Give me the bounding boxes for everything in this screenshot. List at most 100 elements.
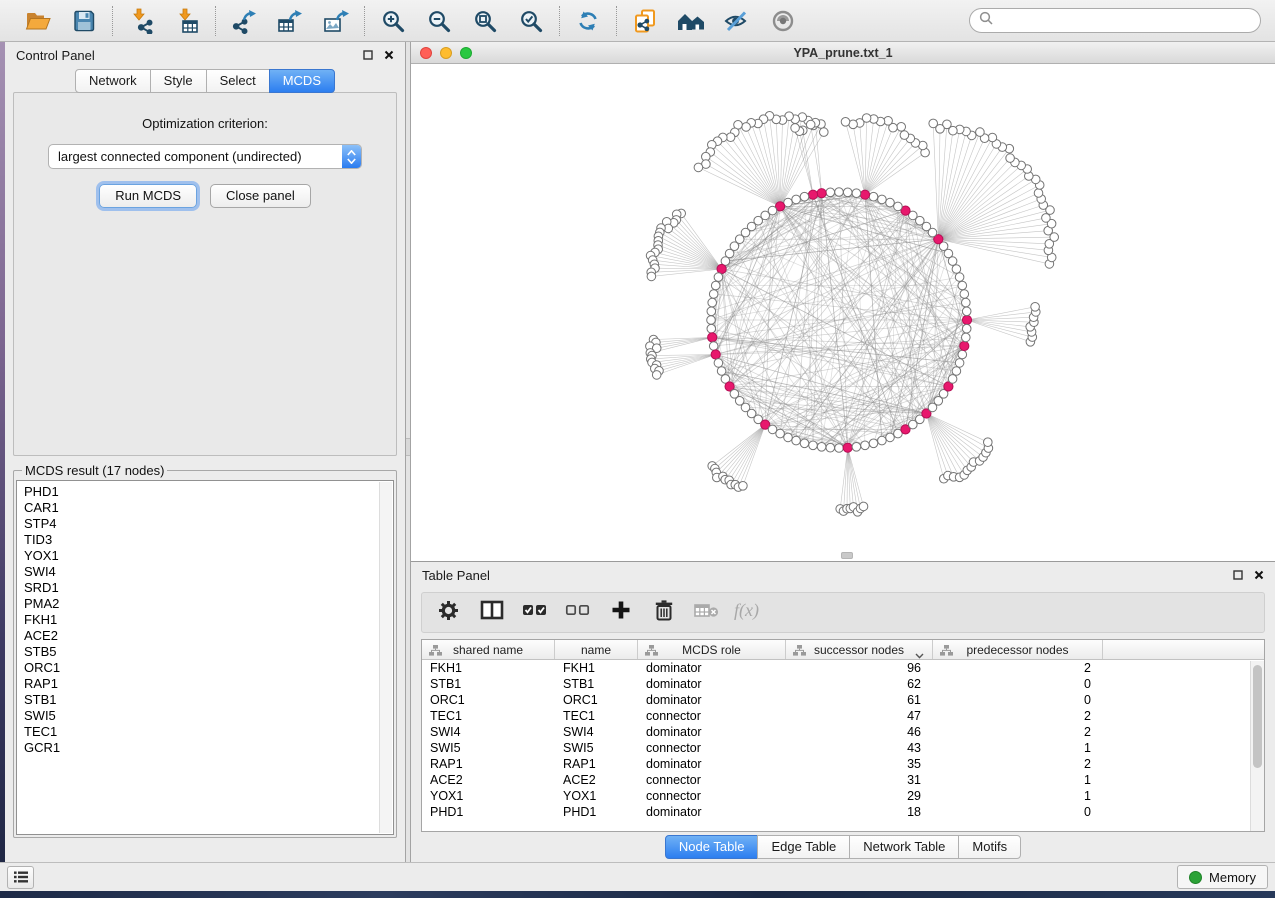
mcds-node-item[interactable]: FKH1 [24, 612, 393, 628]
column-header-MCDS-role[interactable]: MCDS role [638, 640, 786, 659]
run-mcds-button[interactable]: Run MCDS [99, 184, 197, 208]
mcds-node-item[interactable]: STP4 [24, 516, 393, 532]
sort-desc-icon[interactable] [915, 648, 924, 662]
mcds-node-item[interactable]: RAP1 [24, 676, 393, 692]
float-table-panel-icon[interactable] [1233, 568, 1243, 583]
table-panel: Table Panel f(x) shared namenameMCDS rol… [411, 562, 1275, 862]
table-panel-title: Table Panel [422, 568, 490, 583]
tab-network[interactable]: Network [75, 69, 151, 93]
table-row[interactable]: YOX1YOX1connector291 [422, 788, 1264, 804]
zoom-out-icon [427, 9, 451, 33]
table-scrollbar[interactable] [1250, 661, 1264, 831]
show-all-icon [770, 9, 796, 33]
select-all-button[interactable] [521, 600, 549, 626]
tab-network-table[interactable]: Network Table [849, 835, 959, 859]
split-divider-grip[interactable] [406, 438, 410, 456]
column-header-name[interactable]: name [555, 640, 638, 659]
add-column-button[interactable] [607, 600, 635, 626]
table-row[interactable]: STB1STB1dominator620 [422, 676, 1264, 692]
search-box[interactable] [969, 8, 1261, 33]
mcds-node-item[interactable]: PMA2 [24, 596, 393, 612]
mcds-node-item[interactable]: ORC1 [24, 660, 393, 676]
criterion-dropdown-value: largest connected component (undirected) [58, 149, 302, 164]
column-header-shared-name[interactable]: shared name [422, 640, 555, 659]
column-header-successor-nodes[interactable]: successor nodes [786, 640, 933, 659]
mcds-node-item[interactable]: STB5 [24, 644, 393, 660]
maximize-window-button[interactable] [460, 47, 472, 59]
zoom-selected-button[interactable] [516, 6, 546, 36]
close-panel-icon[interactable] [384, 48, 394, 63]
tab-select[interactable]: Select [206, 69, 270, 93]
mcds-node-item[interactable]: YOX1 [24, 548, 393, 564]
export-table-icon [277, 8, 303, 34]
table-scrollbar-thumb[interactable] [1253, 665, 1262, 768]
minimize-window-button[interactable] [440, 47, 452, 59]
tab-motifs[interactable]: Motifs [958, 835, 1021, 859]
delete-column-button[interactable] [650, 600, 678, 626]
close-panel-button[interactable]: Close panel [210, 184, 311, 208]
memory-button[interactable]: Memory [1177, 865, 1268, 889]
mcds-result-list[interactable]: PHD1CAR1STP4TID3YOX1SWI4SRD1PMA2FKH1ACE2… [16, 480, 394, 835]
mcds-node-item[interactable]: SRD1 [24, 580, 393, 596]
export-table-button[interactable] [275, 6, 305, 36]
table-row[interactable]: ACE2ACE2connector311 [422, 772, 1264, 788]
network-graph[interactable] [411, 64, 1275, 561]
import-network-button[interactable] [126, 6, 156, 36]
mcds-list-scrollbar[interactable] [379, 482, 392, 833]
zoom-fit-button[interactable] [470, 6, 500, 36]
network-canvas[interactable] [411, 64, 1275, 561]
open-session-icon [25, 9, 51, 33]
mcds-node-item[interactable]: CAR1 [24, 500, 393, 516]
first-neighbors-button[interactable] [676, 6, 706, 36]
tab-edge-table[interactable]: Edge Table [757, 835, 850, 859]
task-history-button[interactable] [7, 866, 34, 889]
close-table-panel-icon[interactable] [1254, 568, 1264, 583]
tab-style[interactable]: Style [150, 69, 207, 93]
table-row[interactable]: FKH1FKH1dominator962 [422, 660, 1264, 676]
deselect-all-button[interactable] [564, 600, 592, 626]
mcds-node-item[interactable]: GCR1 [24, 740, 393, 756]
mcds-node-item[interactable]: ACE2 [24, 628, 393, 644]
mcds-node-item[interactable]: STB1 [24, 692, 393, 708]
table-toolbar: f(x) [421, 592, 1265, 633]
open-session-button[interactable] [23, 6, 53, 36]
tab-node-table[interactable]: Node Table [665, 835, 759, 859]
zoom-out-button[interactable] [424, 6, 454, 36]
tab-mcds[interactable]: MCDS [269, 69, 335, 93]
table-row[interactable]: SWI5SWI5connector431 [422, 740, 1264, 756]
import-table-button[interactable] [172, 6, 202, 36]
table-row[interactable]: ORC1ORC1dominator610 [422, 692, 1264, 708]
table-row[interactable]: TEC1TEC1connector472 [422, 708, 1264, 724]
split-view-icon [480, 599, 504, 626]
clone-network-button[interactable] [630, 6, 660, 36]
close-window-button[interactable] [420, 47, 432, 59]
mcds-node-item[interactable]: TID3 [24, 532, 393, 548]
export-network-button[interactable] [229, 6, 259, 36]
show-all-button[interactable] [768, 6, 798, 36]
search-input[interactable] [999, 12, 1251, 29]
float-panel-icon[interactable] [363, 48, 373, 63]
add-column-icon [610, 599, 632, 626]
table-row[interactable]: SWI4SWI4dominator462 [422, 724, 1264, 740]
table-row[interactable]: RAP1RAP1dominator352 [422, 756, 1264, 772]
network-hscroll-thumb[interactable] [841, 552, 853, 559]
hide-selected-icon [724, 9, 750, 33]
criterion-dropdown[interactable]: largest connected component (undirected) [48, 144, 362, 169]
save-session-button[interactable] [69, 6, 99, 36]
settings-button[interactable] [435, 600, 463, 626]
table-tabs: Node TableEdge TableNetwork TableMotifs [411, 832, 1275, 862]
mcds-node-item[interactable]: PHD1 [24, 484, 393, 500]
mcds-node-item[interactable]: SWI4 [24, 564, 393, 580]
mcds-node-item[interactable]: SWI5 [24, 708, 393, 724]
export-image-button[interactable] [321, 6, 351, 36]
mcds-node-item[interactable]: TEC1 [24, 724, 393, 740]
zoom-selected-icon [519, 9, 543, 33]
refresh-button[interactable] [573, 6, 603, 36]
table-row[interactable]: PHD1PHD1dominator180 [422, 804, 1264, 820]
right-pane: YPA_prune.txt_1 Table Panel f(x) shared … [411, 42, 1275, 862]
hide-selected-button[interactable] [722, 6, 752, 36]
main-area: Control Panel NetworkStyleSelectMCDS Opt… [5, 42, 1275, 862]
split-view-button[interactable] [478, 600, 506, 626]
column-header-predecessor-nodes[interactable]: predecessor nodes [933, 640, 1103, 659]
zoom-in-button[interactable] [378, 6, 408, 36]
